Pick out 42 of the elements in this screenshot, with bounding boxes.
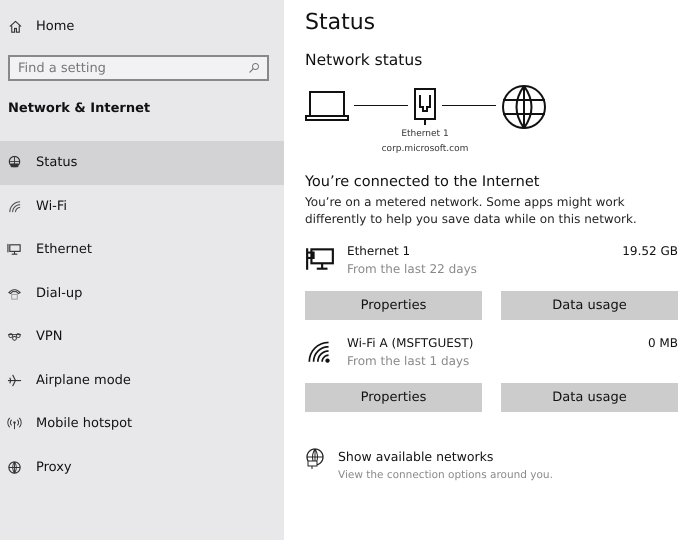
nav-item[interactable]: Airplane mode [0,358,284,402]
monitor-icon [7,242,22,258]
action-button[interactable]: Data usage [501,291,678,320]
globe-icon [7,460,22,475]
hotspot-icon [7,416,22,432]
wifi-icon [7,198,22,214]
action-button[interactable]: Data usage [501,383,678,412]
globe-icon [501,84,547,130]
adapter-name: Ethernet 1 [401,128,449,141]
page-title: Status [305,10,376,37]
connection-period: From the last 1 days [347,353,470,370]
connection-name: Ethernet 1 [347,243,412,260]
nav-item[interactable]: VPN [0,315,284,358]
airplane-icon [7,372,22,388]
nav-item[interactable]: Dial-up [0,272,284,315]
search-field[interactable]: Find a setting [8,55,269,81]
ethernet-port-icon [413,87,437,127]
section-title: Network status [305,51,424,69]
section-heading: Network & Internet [7,100,152,118]
home-link[interactable]: Home [0,0,284,37]
nav-item[interactable]: Proxy [0,446,284,489]
laptop-icon [305,90,349,122]
search-icon [248,62,260,74]
data-amount: 0 MB [648,335,678,352]
action-button[interactable]: Properties [305,291,482,320]
connection-name: Wi-Fi A (MSFTGUEST) [347,335,474,352]
monitor-icon [305,246,335,272]
home-icon [8,18,23,34]
data-amount: 19.52 GB [622,243,678,260]
globe-monitor-icon [7,155,22,170]
nav-item[interactable]: Ethernet [0,228,284,272]
connection-status-text: You’re on a metered network. Some apps might work differently to help you save data while on this network. [305,194,638,228]
connection-status-title: You’re connected to the Internet [305,174,540,190]
action-button[interactable]: Properties [305,383,482,412]
show-networks-description: View the connection options around you. [338,468,554,483]
nav-item[interactable]: Status [0,141,284,184]
nav-item[interactable]: Mobile hotspot [0,402,284,446]
show-networks-link[interactable]: Show available networks [338,448,678,466]
globe-monitor-icon [305,448,325,470]
connection-period: From the last 22 days [347,261,478,278]
domain-name: corp.microsoft.com [382,143,468,156]
nav-item[interactable]: Wi-Fi [0,184,284,228]
